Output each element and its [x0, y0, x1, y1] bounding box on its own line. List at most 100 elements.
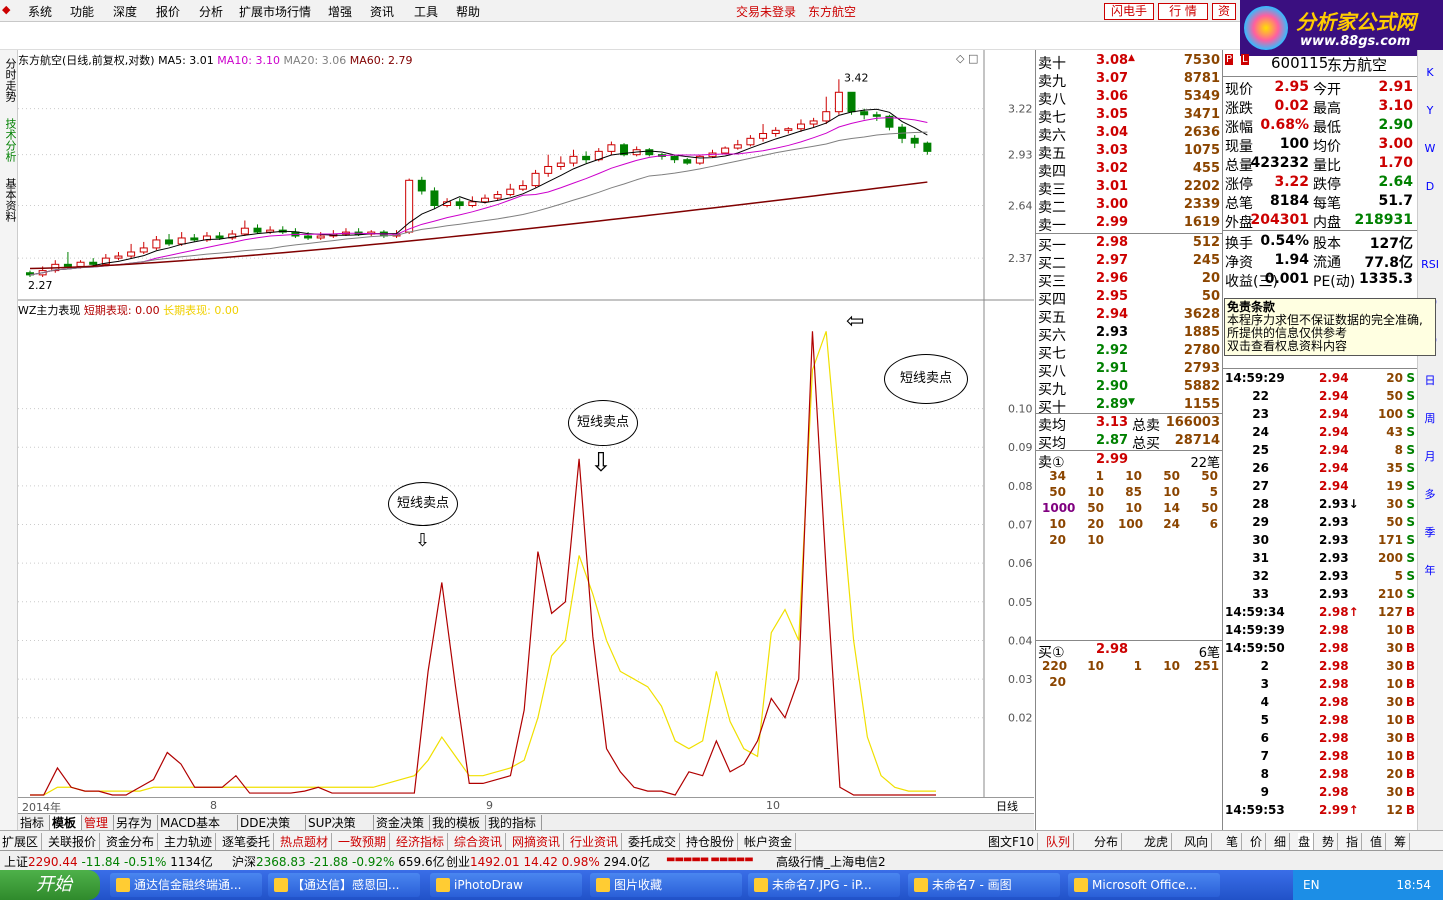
tick-row[interactable]: 22 2.94 50 S [1223, 388, 1417, 406]
tool-icon-3[interactable]: D [1420, 180, 1440, 198]
taskbar-item[interactable]: 【通达信】感恩回... [268, 873, 420, 897]
nav-tab-3[interactable]: 主力轨迹 [164, 833, 217, 850]
orderbook.sells-row[interactable]: 卖七 3.05 3471 [1036, 106, 1223, 126]
quote-button[interactable]: 行 情 [1158, 3, 1208, 20]
tick-row[interactable]: 28 2.93↓ 30 S [1223, 496, 1417, 514]
trade-status[interactable]: 交易未登录 [736, 3, 796, 20]
app-icon[interactable]: ◆ [2, 3, 10, 16]
tick-row[interactable]: 14:59:29 2.94 20 S [1223, 370, 1417, 388]
indicator-tab-8[interactable]: 我的模板 [430, 815, 486, 831]
orderbook.sells-row[interactable]: 卖六 3.04 2636 [1036, 124, 1223, 144]
taskbar-item[interactable]: iPhotoDraw [430, 873, 582, 897]
nav-right-0[interactable]: 图文F10 [988, 833, 1039, 850]
orderbook.sells-row[interactable]: 卖三 3.01 2202 [1036, 178, 1223, 198]
indicator-tab-6[interactable]: SUP决策 [306, 815, 374, 831]
start-button[interactable]: 开始 [0, 870, 100, 900]
nav-right-1[interactable]: 队列 [1046, 833, 1075, 850]
tool-icon-11[interactable]: 季 [1420, 524, 1440, 542]
nav-tab-9[interactable]: 网摘资讯 [512, 833, 565, 850]
menu-info[interactable]: 资讯 [370, 3, 394, 20]
server-name[interactable]: 高级行情_上海电信2 [776, 853, 886, 870]
nav-tab-8[interactable]: 综合资讯 [454, 833, 507, 850]
tick-row[interactable]: 2 2.98 30 B [1223, 658, 1417, 676]
tick-row[interactable]: 14:59:53 2.99↑ 12 B [1223, 802, 1417, 820]
nav-tab-2[interactable]: 资金分布 [106, 833, 159, 850]
orderbook.buys-row[interactable]: 买二 2.97 245 [1036, 252, 1223, 272]
orderbook.buys-row[interactable]: 买六 2.93 1885 [1036, 324, 1223, 344]
nav-right-8[interactable]: 盘 [1298, 833, 1315, 850]
chart-svg[interactable]: 3.222.932.642.37 3.422.27 0.100.090.080.… [18, 50, 1034, 815]
tool-icon-8[interactable]: 周 [1420, 410, 1440, 428]
indicator-tab-0[interactable]: 指标 [18, 815, 50, 831]
menu-quote[interactable]: 报价 [156, 3, 180, 20]
nav-tab-1[interactable]: 关联报价 [48, 833, 101, 850]
language-indicator[interactable]: EN [1303, 878, 1320, 892]
nav-right-9[interactable]: 势 [1322, 833, 1339, 850]
indicator-tab-3[interactable]: 另存为 [114, 815, 158, 831]
tick-row[interactable]: 30 2.93 171 S [1223, 532, 1417, 550]
menu-help[interactable]: 帮助 [456, 3, 480, 20]
menu-enhance[interactable]: 增强 [328, 3, 352, 20]
nav-right-3[interactable]: 龙虎 [1144, 833, 1173, 850]
nav-tab-11[interactable]: 委托成交 [628, 833, 681, 850]
tab-fundamentals[interactable]: 基本资料 [2, 178, 17, 222]
orderbook.sells-row[interactable]: 卖九 3.07 8781 [1036, 70, 1223, 90]
tool-icon-9[interactable]: 月 [1420, 448, 1440, 466]
orderbook.buys-row[interactable]: 买四 2.95 50 [1036, 288, 1223, 308]
flash-trade-button[interactable]: 闪电手 [1104, 3, 1154, 20]
buy1-queue-header[interactable]: 买① 2.98 6笔 [1036, 641, 1223, 661]
indicator-tab-7[interactable]: 资金决策 [374, 815, 430, 831]
menu-system[interactable]: 系统 [28, 3, 52, 20]
orderbook.sells-row[interactable]: 卖四 3.02 455 [1036, 160, 1223, 180]
tick-row[interactable]: 8 2.98 20 B [1223, 766, 1417, 784]
orderbook.sells-row[interactable]: 卖十 3.08 ▲ 7530 [1036, 52, 1223, 72]
tick-row[interactable]: 9 2.98 30 B [1223, 784, 1417, 802]
orderbook.buys-row[interactable]: 买一 2.98 512 [1036, 234, 1223, 254]
tool-icon-7[interactable]: 日 [1420, 372, 1440, 390]
indicator-tab-2[interactable]: 管理 [82, 815, 114, 831]
tick-row[interactable]: 32 2.93 5 S [1223, 568, 1417, 586]
orderbook.sells-row[interactable]: 卖一 2.99 1619 [1036, 214, 1223, 234]
index-cy[interactable]: 创业1492.01 14.42 0.98% 294.0亿 [446, 853, 650, 870]
tool-icon-0[interactable]: K [1420, 66, 1440, 84]
tick-row[interactable]: 33 2.93 210 S [1223, 586, 1417, 604]
taskbar-item[interactable]: 图片收藏 [590, 873, 742, 897]
nav-tab-10[interactable]: 行业资讯 [570, 833, 623, 850]
nav-tab-5[interactable]: 热点题材 [280, 833, 333, 850]
tool-icon-2[interactable]: W [1420, 142, 1440, 160]
tick-row[interactable]: 26 2.94 35 S [1223, 460, 1417, 478]
orderbook.sells-row[interactable]: 卖二 3.00 2339 [1036, 196, 1223, 216]
tab-technical[interactable]: 技术分析 [2, 118, 17, 162]
taskbar-item[interactable]: 未命名7 - 画图 [908, 873, 1060, 897]
nav-right-4[interactable]: 风向 [1184, 833, 1213, 850]
nav-tab-12[interactable]: 持仓股份 [686, 833, 739, 850]
orderbook.buys-row[interactable]: 买八 2.91 2793 [1036, 360, 1223, 380]
tick-row[interactable]: 7 2.98 10 B [1223, 748, 1417, 766]
orderbook.buys-row[interactable]: 买三 2.96 20 [1036, 270, 1223, 290]
indicator-tab-4[interactable]: MACD基本 [158, 815, 238, 831]
tick-row[interactable]: 3 2.98 10 B [1223, 676, 1417, 694]
nav-tab-0[interactable]: 扩展区 [2, 833, 43, 850]
tick-row[interactable]: 6 2.98 30 B [1223, 730, 1417, 748]
tab-intraday[interactable]: 分时走势 [2, 58, 17, 102]
taskbar-item[interactable]: 未命名7.JPG - iP... [748, 873, 900, 897]
tool-icon-1[interactable]: Y [1420, 104, 1440, 122]
index-hs[interactable]: 沪深2368.83 -21.88 -0.92% 659.6亿 [232, 853, 445, 870]
nav-tab-7[interactable]: 经济指标 [396, 833, 449, 850]
tick-row[interactable]: 4 2.98 30 B [1223, 694, 1417, 712]
menu-tools[interactable]: 工具 [414, 3, 438, 20]
tick-row[interactable]: 23 2.94 100 S [1223, 406, 1417, 424]
nav-right-7[interactable]: 细 [1274, 833, 1291, 850]
info-button[interactable]: 资 [1212, 3, 1236, 20]
indicator-tab-1[interactable]: 模板 [50, 815, 82, 831]
orderbook.buys-row[interactable]: 买七 2.92 2780 [1036, 342, 1223, 362]
sell1-queue-header[interactable]: 卖① 2.99 22笔 [1036, 451, 1223, 471]
indicator-tab-9[interactable]: 我的指标 [486, 815, 542, 831]
nav-right-5[interactable]: 笔 [1226, 833, 1243, 850]
taskbar-item[interactable]: Microsoft Office... [1068, 873, 1220, 897]
tick-row[interactable]: 24 2.94 43 S [1223, 424, 1417, 442]
menu-depth[interactable]: 深度 [113, 3, 137, 20]
nav-tab-6[interactable]: 一致预期 [338, 833, 391, 850]
tick-row[interactable]: 31 2.93 200 S [1223, 550, 1417, 568]
tick-row[interactable]: 5 2.98 10 B [1223, 712, 1417, 730]
